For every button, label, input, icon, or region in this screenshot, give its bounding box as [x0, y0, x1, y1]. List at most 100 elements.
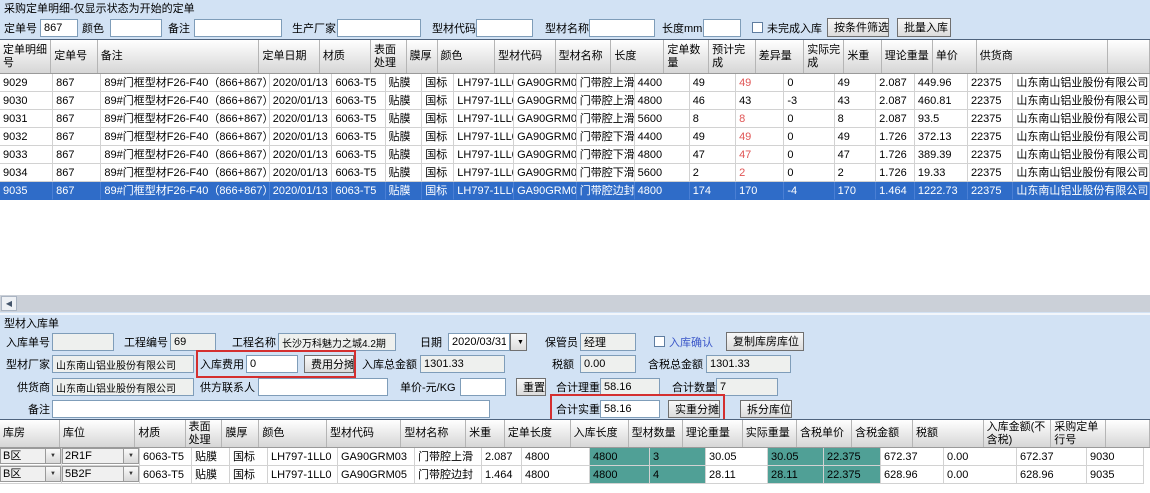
column-header[interactable]: 库位	[60, 420, 135, 447]
column-header[interactable]: 理论重量	[882, 40, 933, 73]
location-select[interactable]: 5B2F▼	[62, 466, 139, 482]
column-header[interactable]: 定单长度	[505, 420, 571, 447]
column-header[interactable]: 备注	[98, 40, 260, 73]
column-header[interactable]: 入库长度	[571, 420, 629, 447]
unfinished-inbound-checkbox[interactable]	[752, 22, 763, 33]
column-header[interactable]: 材质	[320, 40, 371, 73]
supplier-input[interactable]	[52, 378, 194, 396]
inbound-no-input[interactable]	[52, 333, 114, 351]
tax-input[interactable]	[580, 355, 636, 373]
top-panel-title: 采购定单明细-仅显示状态为开始的定单	[4, 3, 195, 16]
column-header[interactable]: 差异量	[756, 40, 804, 73]
table-row[interactable]: 903586789#门框型材F26-F40（866+867）2020/01/13…	[0, 182, 1150, 200]
table-row[interactable]: B区▼5B2F▼6063-T5贴膜国标LH797-1LL0GA90GRM05门带…	[0, 466, 1150, 484]
table-row[interactable]: 902986789#门框型材F26-F40（866+867）2020/01/13…	[0, 74, 1150, 92]
column-header[interactable]: 米重	[466, 420, 505, 447]
warehouse-select[interactable]: B区▼	[0, 448, 61, 464]
batch-inbound-button[interactable]: 批量入库	[897, 18, 951, 37]
chevron-down-icon[interactable]: ▼	[123, 467, 138, 481]
table-cell: 460.81	[915, 92, 968, 110]
column-header[interactable]: 颜色	[259, 420, 327, 447]
filter-order-no-input[interactable]	[40, 19, 78, 37]
column-header[interactable]: 税额	[913, 420, 984, 447]
tax-total-input[interactable]	[706, 355, 791, 373]
column-header[interactable]: 型材数量	[629, 420, 683, 447]
chevron-down-icon[interactable]: ▼	[45, 449, 60, 463]
location-select[interactable]: 2R1F▼	[62, 448, 139, 464]
actual-weight-split-button[interactable]: 实重分摊	[668, 400, 720, 418]
project-no-input[interactable]	[170, 333, 216, 351]
keeper-input[interactable]	[580, 333, 636, 351]
column-header[interactable]: 表面处理	[371, 40, 407, 73]
inbound-confirm-checkbox[interactable]	[654, 336, 665, 347]
column-header[interactable]: 定单明细号	[0, 40, 51, 73]
column-header[interactable]: 入库金额(不含税)	[984, 420, 1052, 447]
column-header[interactable]: 材质	[135, 420, 185, 447]
chevron-down-icon[interactable]: ▼	[123, 449, 138, 463]
total-theory-input[interactable]	[600, 378, 660, 396]
table-cell: 9035	[1087, 466, 1144, 484]
filter-manufacturer-input[interactable]	[337, 19, 421, 37]
column-header[interactable]: 米重	[844, 40, 881, 73]
date-input[interactable]	[448, 333, 510, 351]
total-qty-input[interactable]	[716, 378, 778, 396]
filter-profile-code-input[interactable]	[476, 19, 533, 37]
table-row[interactable]: 903486789#门框型材F26-F40（866+867）2020/01/13…	[0, 164, 1150, 182]
horizontal-scrollbar[interactable]: ◀	[0, 295, 1150, 312]
copy-location-button[interactable]: 复制库房库位	[726, 332, 804, 351]
column-header[interactable]: 实际重量	[743, 420, 797, 447]
column-header[interactable]: 定单数量	[664, 40, 709, 73]
table-cell: 43	[736, 92, 784, 110]
filter-length-input[interactable]	[703, 19, 741, 37]
inbound-total-input[interactable]	[420, 355, 505, 373]
column-header[interactable]: 含税金额	[852, 420, 913, 447]
column-header[interactable]: 实际完成	[804, 40, 844, 73]
inbound-fee-input[interactable]	[246, 355, 298, 373]
column-header[interactable]: 定单日期	[259, 40, 319, 73]
column-header[interactable]: 型材名称	[401, 420, 466, 447]
table-cell: 贴膜	[386, 182, 423, 200]
column-header[interactable]: 采购定单行号	[1051, 420, 1106, 447]
column-header[interactable]: 膜厚	[407, 40, 438, 73]
column-header[interactable]: 膜厚	[222, 420, 259, 447]
reset-button[interactable]: 重置	[516, 378, 546, 396]
column-header[interactable]: 定单号	[51, 40, 98, 73]
column-header[interactable]: 理论重量	[683, 420, 743, 447]
column-header[interactable]: 型材代码	[327, 420, 401, 447]
table-row[interactable]: 903286789#门框型材F26-F40（866+867）2020/01/13…	[0, 128, 1150, 146]
column-header[interactable]: 型材代码	[495, 40, 555, 73]
column-header[interactable]: 供货商	[977, 40, 1108, 73]
column-header[interactable]: 库房	[0, 420, 60, 447]
split-location-button[interactable]: 拆分库位	[740, 400, 792, 418]
column-header[interactable]	[1106, 420, 1150, 447]
column-header[interactable]: 型材名称	[556, 40, 612, 73]
project-name-input[interactable]	[278, 333, 396, 351]
warehouse-select[interactable]: B区▼	[0, 466, 61, 482]
column-header[interactable]: 预计完成	[709, 40, 756, 73]
column-header[interactable]	[1108, 40, 1150, 73]
filter-profile-name-input[interactable]	[589, 19, 655, 37]
table-row[interactable]: B区▼2R1F▼6063-T5贴膜国标LH797-1LL0GA90GRM03门带…	[0, 448, 1150, 466]
table-cell: 贴膜	[386, 74, 423, 92]
table-cell: 国标	[230, 466, 268, 484]
supplier-contact-input[interactable]	[258, 378, 388, 396]
remark-input[interactable]	[52, 400, 490, 418]
column-header[interactable]: 表面处理	[186, 420, 223, 447]
factory-input[interactable]	[52, 355, 194, 373]
column-header[interactable]: 长度	[611, 40, 664, 73]
column-header[interactable]: 单价	[933, 40, 977, 73]
table-row[interactable]: 903086789#门框型材F26-F40（866+867）2020/01/13…	[0, 92, 1150, 110]
filter-remark-input[interactable]	[194, 19, 282, 37]
unit-price-input[interactable]	[460, 378, 506, 396]
scroll-left-arrow-icon[interactable]: ◀	[1, 296, 17, 311]
chevron-down-icon[interactable]: ▼	[45, 467, 60, 481]
column-header[interactable]: 颜色	[438, 40, 496, 73]
total-actual-input[interactable]	[600, 400, 660, 418]
filter-color-input[interactable]	[110, 19, 162, 37]
fee-split-button[interactable]: 费用分摊	[304, 355, 354, 373]
column-header[interactable]: 含税单价	[797, 420, 852, 447]
filter-by-condition-button[interactable]: 按条件筛选	[827, 18, 889, 37]
calendar-dropdown-button[interactable]: ▼	[510, 333, 527, 351]
table-row[interactable]: 903186789#门框型材F26-F40（866+867）2020/01/13…	[0, 110, 1150, 128]
table-row[interactable]: 903386789#门框型材F26-F40（866+867）2020/01/13…	[0, 146, 1150, 164]
